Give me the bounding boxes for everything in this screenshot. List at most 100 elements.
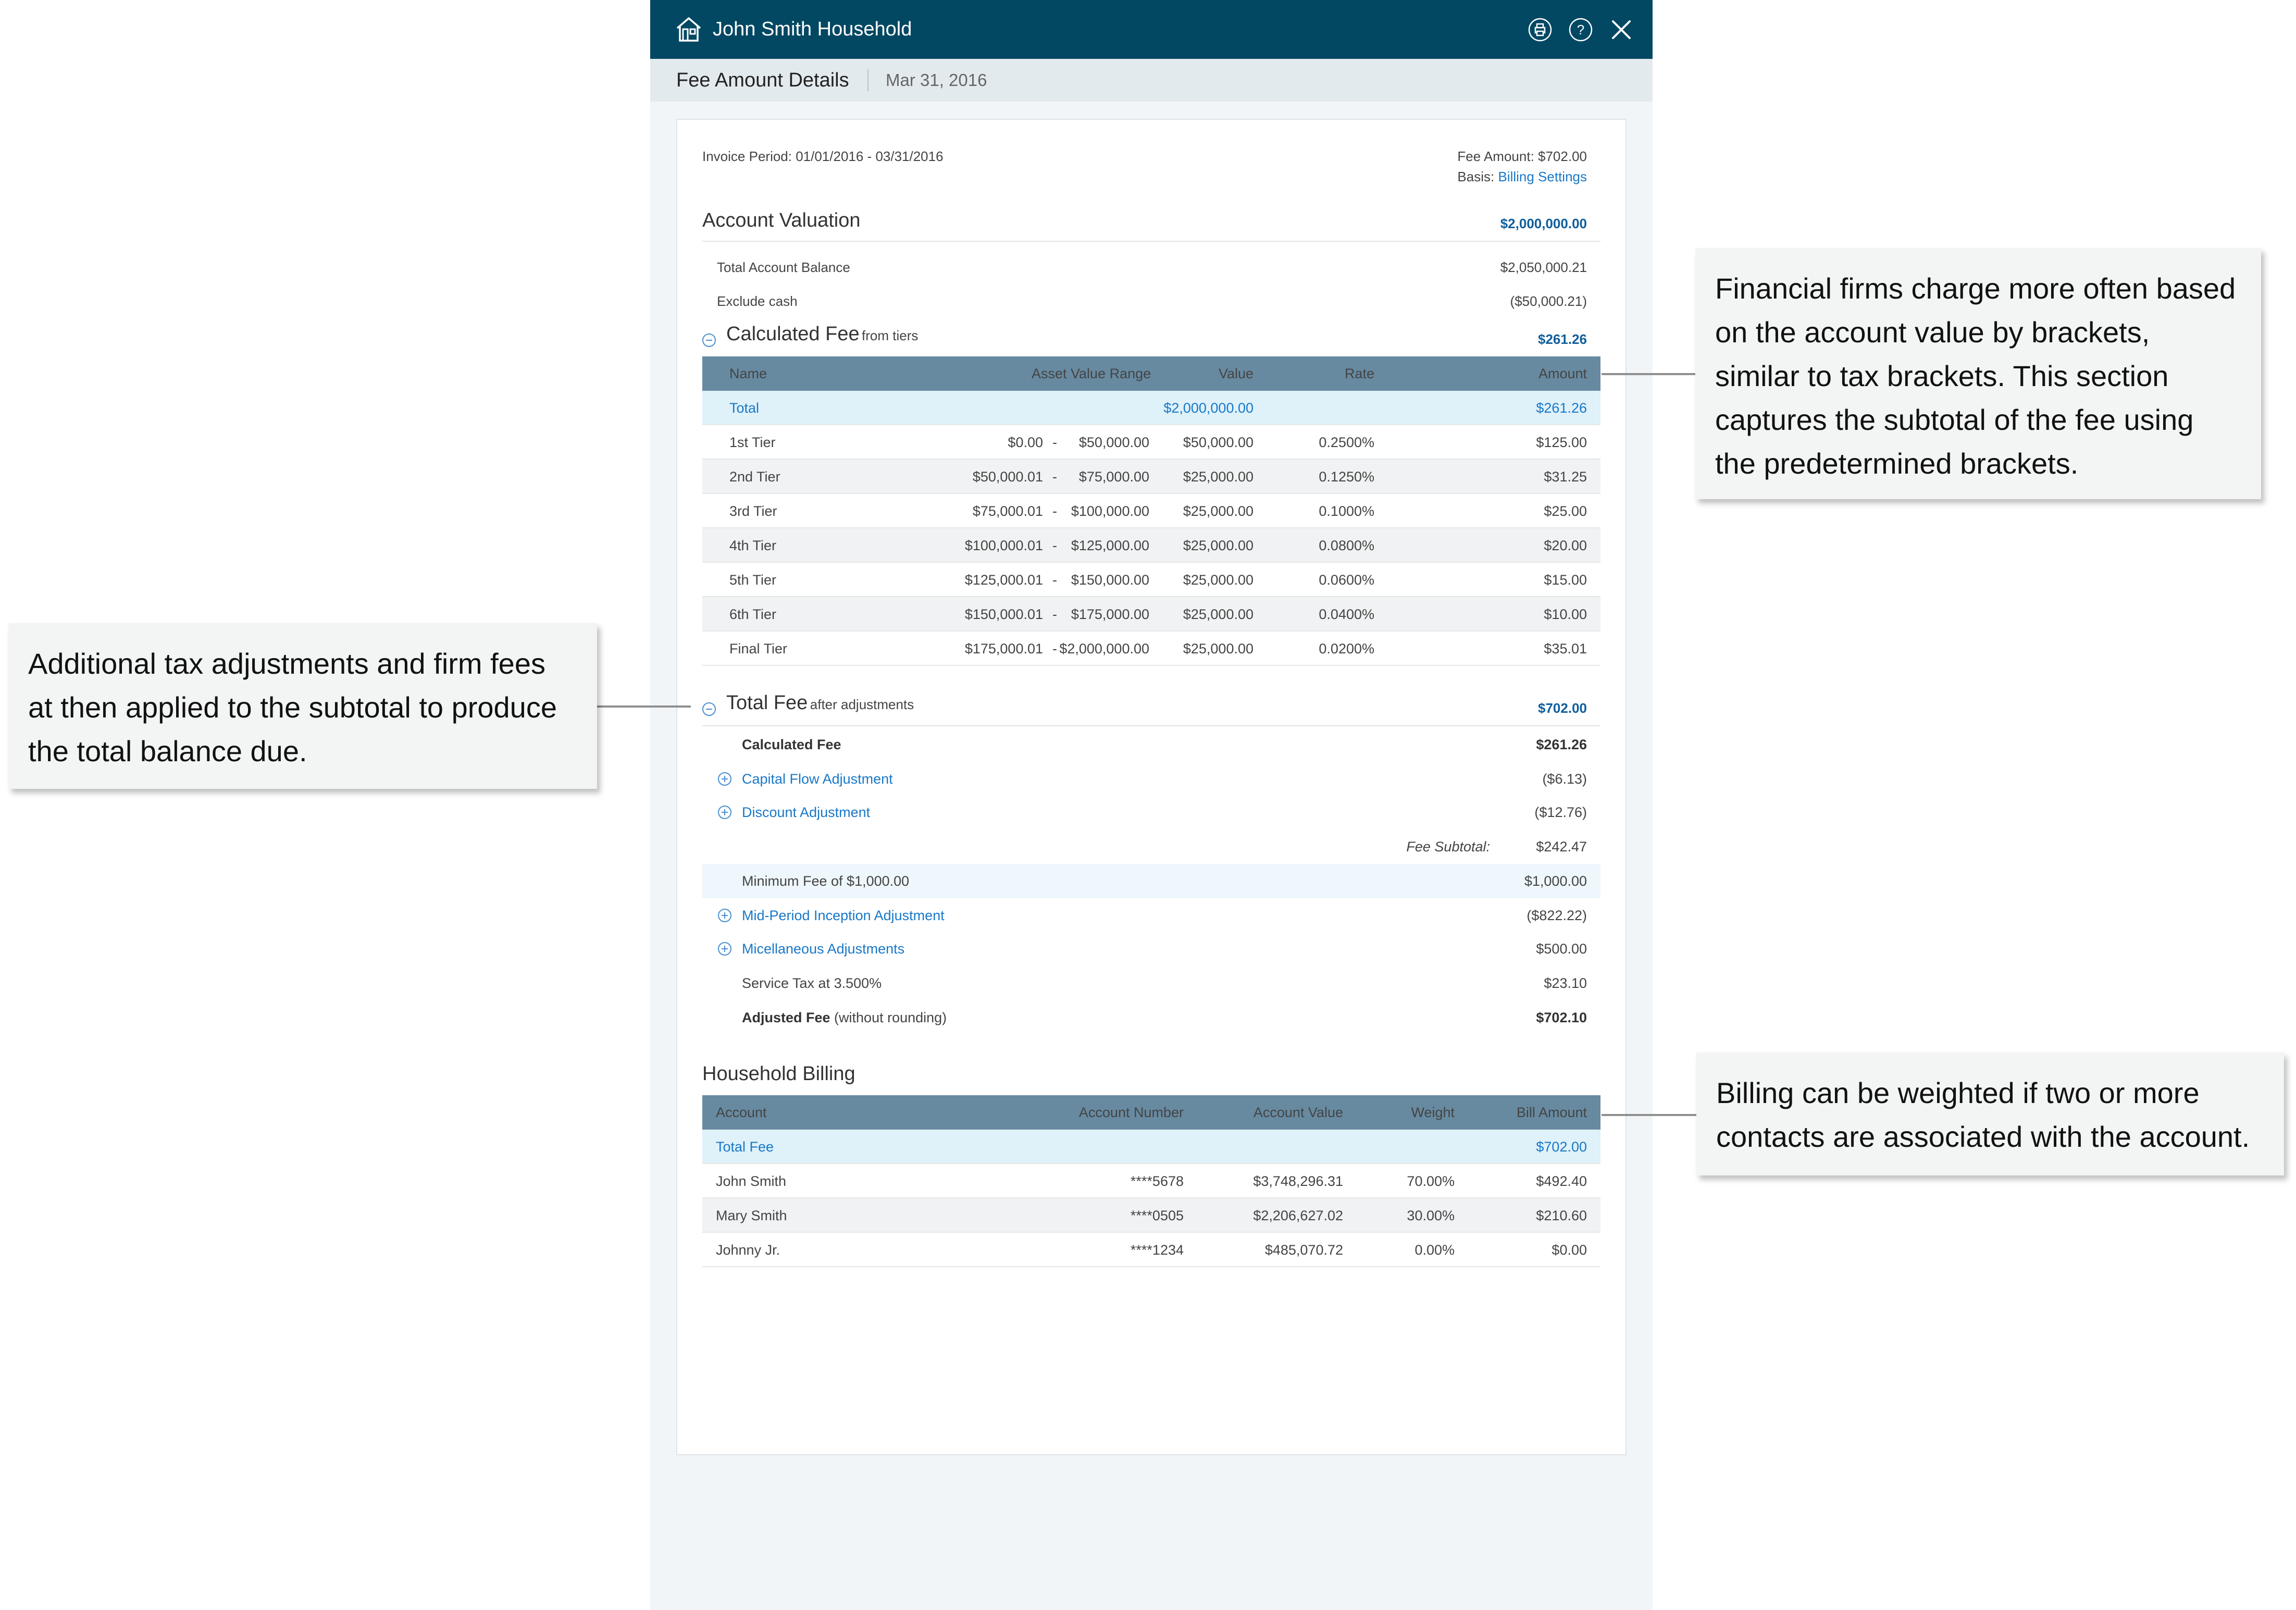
total-account-balance-value: $2,050,000.21 <box>1500 259 1587 275</box>
account-name: John Smith <box>716 1173 787 1189</box>
exclude-cash-value: ($50,000.21) <box>1510 293 1587 309</box>
divider <box>702 241 1600 242</box>
basis-label: Basis: <box>1457 169 1495 184</box>
table-row: 3rd Tier $75,000.01 - $100,000.00 $25,00… <box>702 494 1600 528</box>
mid-period-row: Mid-Period Inception Adjustment ($822.22… <box>702 898 1600 933</box>
col-name: Name <box>729 366 767 381</box>
adjusted-fee-value: $702.10 <box>1536 1010 1587 1025</box>
expand-icon[interactable] <box>718 772 731 786</box>
tier-value: $25,000.00 <box>1183 503 1254 519</box>
tier-name: Final Tier <box>729 641 788 657</box>
tier-amount: $25.00 <box>1544 503 1587 519</box>
tier-name: 5th Tier <box>729 572 777 588</box>
total-fee-amount: $702.00 <box>1538 700 1587 716</box>
capital-flow-link[interactable]: Capital Flow Adjustment <box>742 762 893 796</box>
tier-to: $2,000,000.00 <box>1059 641 1149 657</box>
expand-icon[interactable] <box>718 942 731 956</box>
range-dash: - <box>1052 469 1057 485</box>
tier-rate: 0.2500% <box>1319 435 1374 450</box>
page-title: Fee Amount Details <box>676 69 849 91</box>
billing-total-label: Total Fee <box>716 1139 774 1155</box>
brackets-callout: Financial firms charge more often based … <box>1695 248 2261 499</box>
tier-value: $25,000.00 <box>1183 606 1254 622</box>
adjustment-label: Service Tax at 3.500% <box>742 975 882 991</box>
tier-to: $75,000.00 <box>1078 469 1149 485</box>
account-value: $3,748,296.31 <box>1253 1173 1343 1189</box>
tier-value: $25,000.00 <box>1183 641 1254 657</box>
fee-details-window: John Smith Household ? Fee Amount Detail… <box>650 0 1653 1610</box>
misc-row: Micellaneous Adjustments $500.00 <box>702 932 1600 966</box>
account-weight: 30.00% <box>1407 1208 1455 1223</box>
expand-icon[interactable] <box>718 909 731 922</box>
bill-amount: $492.40 <box>1536 1173 1587 1189</box>
invoice-period: Invoice Period: 01/01/2016 - 03/31/2016 <box>702 148 944 164</box>
tier-name: 4th Tier <box>729 538 777 553</box>
tier-to: $175,000.00 <box>1071 606 1149 622</box>
adjusted-fee-row: Adjusted Fee (without rounding) $702.10 <box>702 1000 1600 1035</box>
tier-total-row: Total $2,000,000.00 $261.26 <box>702 391 1600 425</box>
adjustment-value: ($12.76) <box>1534 804 1587 820</box>
table-row: 1st Tier $0.00 - $50,000.00 $50,000.00 0… <box>702 425 1600 460</box>
mid-period-link[interactable]: Mid-Period Inception Adjustment <box>742 898 945 933</box>
tier-table-header: Name Asset Value Range Value Rate Amount <box>702 356 1600 391</box>
adjustment-value: $500.00 <box>1536 941 1587 957</box>
range-dash: - <box>1052 435 1057 450</box>
basis: Basis: Billing Settings <box>1457 169 1587 185</box>
divider <box>702 725 1600 726</box>
misc-link[interactable]: Micellaneous Adjustments <box>742 932 904 966</box>
billing-settings-link[interactable]: Billing Settings <box>1498 169 1587 184</box>
col-account-value: Account Value <box>1253 1105 1343 1120</box>
adjusted-fee-label: Adjusted Fee (without rounding) <box>742 1000 947 1035</box>
tier-from: $100,000.01 <box>964 538 1043 553</box>
table-row: John Smith ****5678 $3,748,296.31 70.00%… <box>702 1164 1600 1198</box>
expand-icon[interactable] <box>718 806 731 819</box>
calculated-fee-subtitle: from tiers <box>862 328 919 343</box>
tier-rate: 0.0400% <box>1319 606 1374 622</box>
tier-amount: $125.00 <box>1536 435 1587 450</box>
table-row: 6th Tier $150,000.01 - $175,000.00 $25,0… <box>702 597 1600 631</box>
capital-flow-row: Capital Flow Adjustment ($6.13) <box>702 762 1600 796</box>
tier-value: $25,000.00 <box>1183 572 1254 588</box>
tier-value: $50,000.00 <box>1183 435 1254 450</box>
svg-text:?: ? <box>1577 22 1584 38</box>
table-row: 4th Tier $100,000.01 - $125,000.00 $25,0… <box>702 528 1600 563</box>
table-row: Mary Smith ****0505 $2,206,627.02 30.00%… <box>702 1198 1600 1233</box>
tier-rate: 0.0800% <box>1319 538 1374 553</box>
help-icon[interactable]: ? <box>1568 17 1593 42</box>
table-row: Final Tier $175,000.01 - $2,000,000.00 $… <box>702 631 1600 666</box>
tier-to: $100,000.00 <box>1071 503 1149 519</box>
tier-total-value: $2,000,000.00 <box>1163 400 1254 416</box>
account-weight: 70.00% <box>1407 1173 1455 1189</box>
range-dash: - <box>1052 538 1057 553</box>
print-icon[interactable] <box>1528 17 1553 42</box>
account-name: Johnny Jr. <box>716 1242 780 1258</box>
account-value: $2,206,627.02 <box>1253 1208 1343 1223</box>
col-weight: Weight <box>1411 1105 1455 1120</box>
tier-to: $50,000.00 <box>1078 435 1149 450</box>
home-icon <box>676 17 701 42</box>
col-rate: Rate <box>1344 366 1374 381</box>
tier-rate: 0.1250% <box>1319 469 1374 485</box>
tier-table: Name Asset Value Range Value Rate Amount… <box>702 356 1600 671</box>
tier-name: 3rd Tier <box>729 503 777 519</box>
close-icon[interactable] <box>1609 17 1634 42</box>
tier-name: 6th Tier <box>729 606 777 622</box>
adjustment-label: Calculated Fee <box>742 737 841 752</box>
total-fee-title: Total Fee <box>726 692 808 714</box>
divider <box>867 69 868 91</box>
callout-leader <box>597 705 691 708</box>
tier-name: 2nd Tier <box>729 469 780 485</box>
col-account: Account <box>716 1105 767 1120</box>
fee-subtotal-row: Fee Subtotal: $242.47 <box>702 829 1600 864</box>
discount-link[interactable]: Discount Adjustment <box>742 795 870 829</box>
tier-value: $25,000.00 <box>1183 538 1254 553</box>
statement-date: Mar 31, 2016 <box>886 70 987 90</box>
minimum-fee-row: Minimum Fee of $1,000.00 $1,000.00 <box>702 864 1600 898</box>
tier-from: $125,000.01 <box>964 572 1043 588</box>
sub-header: Fee Amount Details Mar 31, 2016 <box>650 59 1653 102</box>
tier-to: $125,000.00 <box>1071 538 1149 553</box>
bill-amount: $210.60 <box>1536 1208 1587 1223</box>
tier-rate: 0.0200% <box>1319 641 1374 657</box>
col-account-number: Account Number <box>1078 1105 1184 1120</box>
title-bar: John Smith Household ? <box>650 0 1653 59</box>
